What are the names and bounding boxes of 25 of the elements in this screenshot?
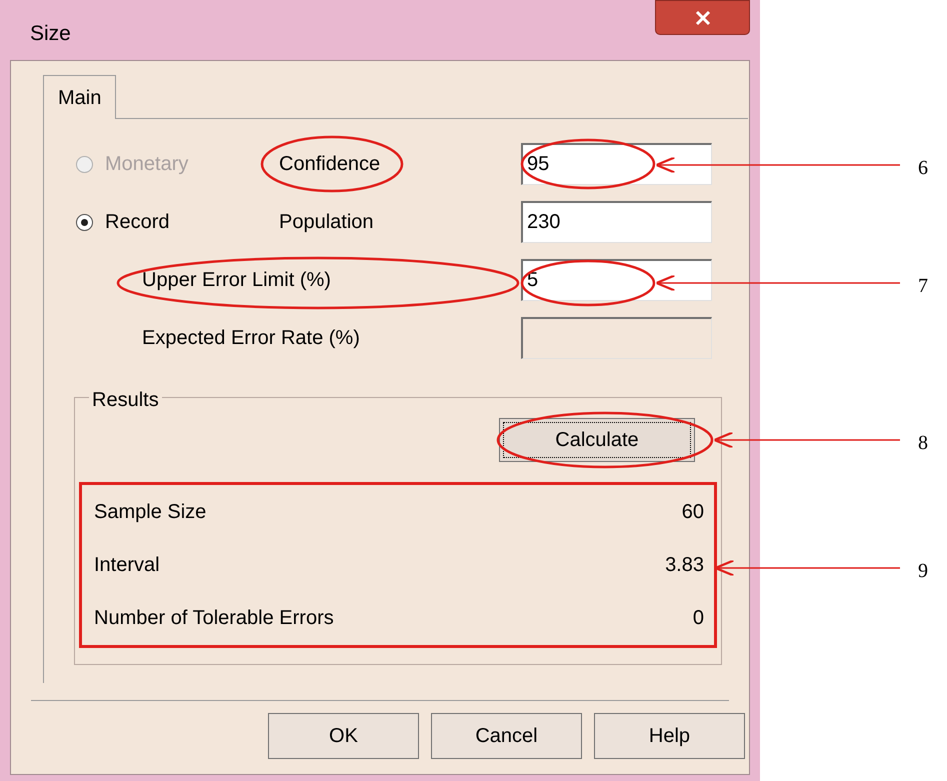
callout-number: 8 [918, 431, 928, 456]
result-label: Interval [94, 552, 160, 578]
window-title: Size [30, 21, 71, 47]
result-label: Number of Tolerable Errors [94, 606, 334, 632]
field-label: Population [279, 210, 374, 235]
close-button[interactable] [655, 0, 750, 35]
tab[interactable]: Main [43, 75, 116, 119]
result-value: 3.83 [665, 552, 704, 578]
field-label: Confidence [279, 152, 380, 177]
input-field[interactable]: 95 [521, 143, 712, 185]
dialog-button[interactable]: Cancel [431, 713, 582, 759]
callout-number: 9 [918, 559, 928, 584]
dialog-button[interactable]: Help [594, 713, 745, 759]
input-field[interactable]: 230 [521, 201, 712, 243]
field-label: Upper Error Limit (%) [142, 268, 331, 293]
result-value: 60 [682, 500, 704, 525]
field-label: Expected Error Rate (%) [142, 326, 360, 351]
dialog-button[interactable]: OK [268, 713, 419, 759]
callout-number: 7 [918, 274, 928, 299]
radio-button[interactable]: Record [76, 207, 279, 237]
result-label: Sample Size [94, 500, 206, 525]
close-icon [694, 10, 710, 26]
calculate-button[interactable]: Calculate [499, 418, 695, 462]
result-value: 0 [692, 606, 704, 632]
callout-number: 6 [918, 156, 928, 181]
